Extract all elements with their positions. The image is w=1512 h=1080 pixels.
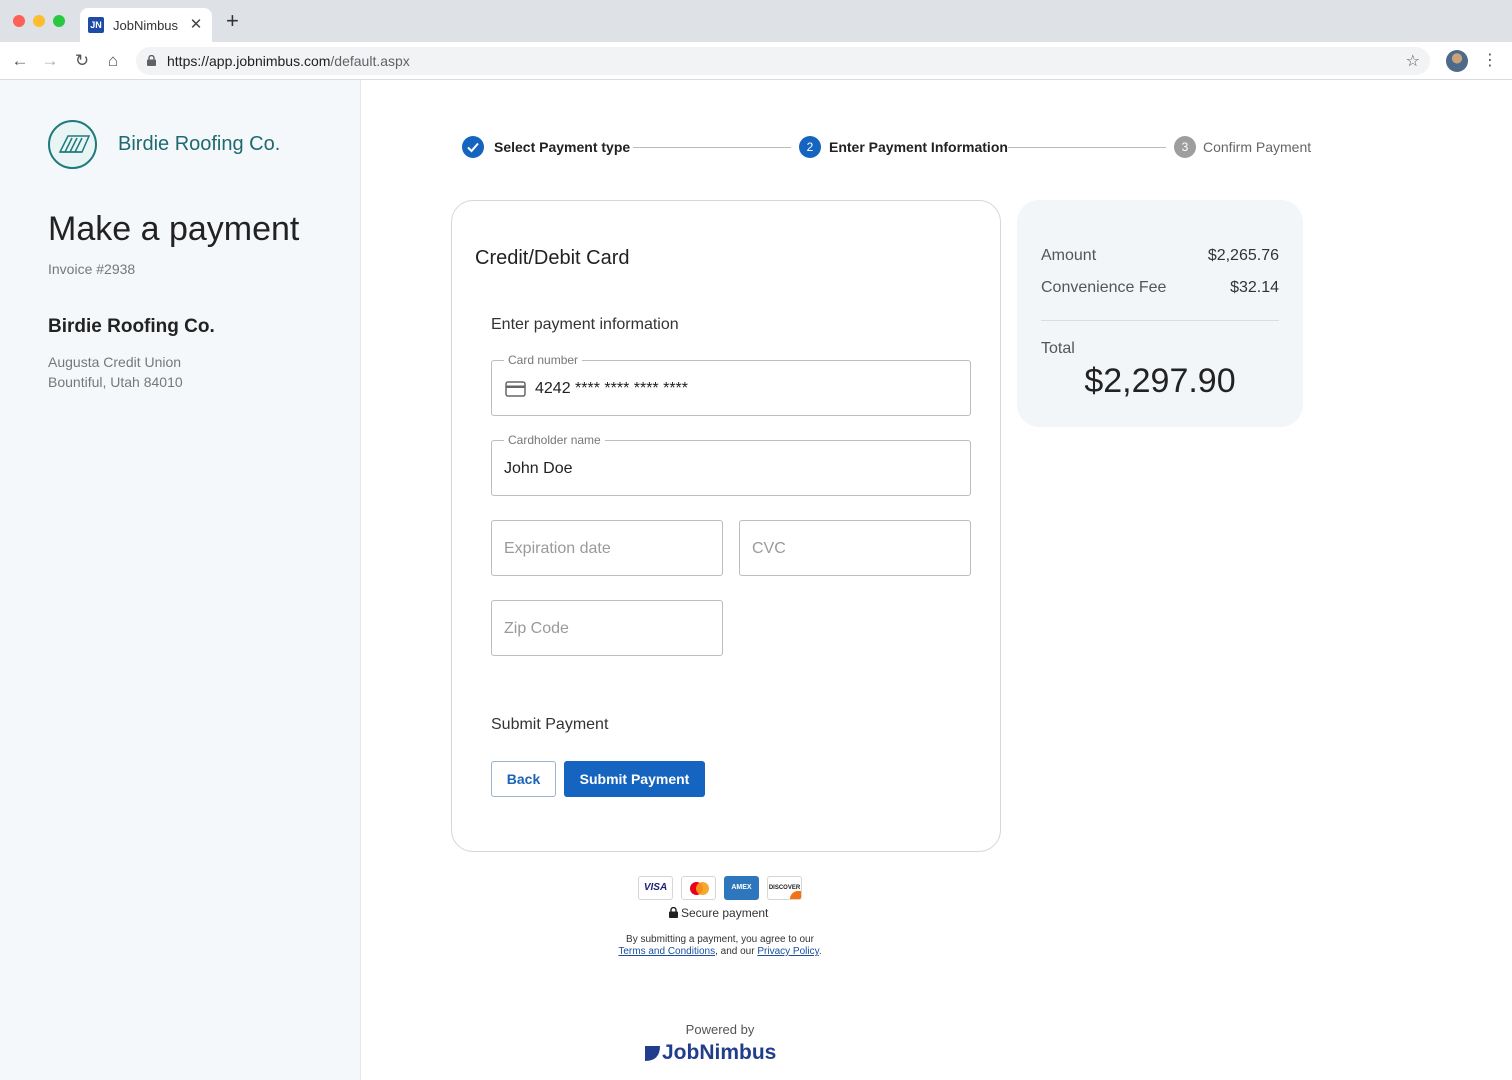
minimize-window-button[interactable] [33,15,45,27]
step-3-label: Confirm Payment [1203,139,1312,155]
lock-icon [147,55,156,66]
step-complete-check-icon [462,136,484,158]
summary-divider [1041,320,1279,321]
browser-tabbar: JN JobNimbus ✕ + [0,0,1512,42]
powered-by-text: Powered by [685,1022,755,1037]
company-logo-name: Birdie Roofing Co. [118,133,281,155]
payment-method-title: Credit/Debit Card [475,247,630,269]
zip-code-field[interactable]: Zip Code [491,600,723,656]
back-button[interactable]: Back [491,761,556,797]
submit-payment-button[interactable]: Submit Payment [564,761,705,797]
amount-label: Amount [1041,247,1097,264]
reload-icon[interactable]: ↻ [71,50,93,72]
step-3-number: 3 [1174,136,1196,158]
address-bar[interactable]: https://app.jobnimbus.com/default.aspx ☆ [136,47,1430,75]
close-window-button[interactable] [13,15,25,27]
step-1-label: Select Payment type [494,139,631,155]
credit-card-icon [505,381,526,397]
jobnimbus-mark-icon [645,1046,660,1061]
address-line-1: Augusta Credit Union [48,354,182,370]
payment-form-card: Credit/Debit Card Enter payment informat… [451,200,1001,852]
cardholder-name-field[interactable]: Cardholder name John Doe [491,433,971,496]
expiration-date-field[interactable]: Expiration date [491,520,723,576]
total-label: Total [1041,340,1075,357]
payment-summary: Amount $2,265.76 Convenience Fee $32.14 … [1017,200,1303,427]
url-text: https://app.jobnimbus.com/default.aspx [167,53,410,69]
home-icon[interactable]: ⌂ [102,50,124,72]
legal-links: Terms and Conditions, and our Privacy Po… [618,946,822,957]
jobnimbus-favicon-icon: JN [88,17,104,33]
browser-toolbar: ← → ↻ ⌂ https://app.jobnimbus.com/defaul… [0,42,1512,80]
zip-code-placeholder: Zip Code [504,620,569,637]
cvc-field[interactable]: CVC [739,520,971,576]
back-arrow-icon[interactable]: ← [9,50,31,72]
terms-link[interactable]: Terms and Conditions [618,946,715,957]
mastercard-icon [681,876,716,900]
page-title: Make a payment [48,210,300,248]
tab-title: JobNimbus [113,18,179,33]
browser-tab[interactable]: JN JobNimbus ✕ [80,8,212,42]
step-connector [633,147,791,148]
convenience-fee-value: $32.14 [1230,279,1279,296]
profile-avatar[interactable] [1446,50,1468,72]
step-2-label: Enter Payment Information [829,139,1008,155]
sidebar: Birdie Roofing Co. Make a payment Invoic… [0,80,361,1080]
lock-icon [669,906,678,918]
total-amount: $2,297.90 [1084,362,1236,400]
cardholder-name-value: John Doe [504,460,573,477]
cvc-placeholder: CVC [752,540,786,557]
step-connector [1008,147,1166,148]
step-2-number: 2 [799,136,821,158]
amount-value: $2,265.76 [1207,247,1279,264]
amex-icon: AMEX [724,876,759,900]
expiration-date-placeholder: Expiration date [504,540,611,557]
card-number-label: Card number [504,353,583,367]
browser-menu-icon[interactable]: ⋮ [1482,50,1498,70]
company-logo-icon [48,120,97,169]
visa-icon: VISA [638,876,673,900]
privacy-policy-link[interactable]: Privacy Policy [757,946,819,957]
bookmark-star-icon[interactable]: ☆ [1406,51,1420,71]
company-name: Birdie Roofing Co. [48,316,215,337]
section-label: Enter payment information [491,316,679,333]
address-line-2: Bountiful, Utah 84010 [48,374,183,390]
maximize-window-button[interactable] [53,15,65,27]
discover-icon: DISCOVER [767,876,802,900]
new-tab-icon[interactable]: + [226,10,239,32]
convenience-fee-label: Convenience Fee [1041,279,1167,296]
card-number-value: 4242 **** **** **** **** [535,380,688,397]
cardholder-name-label: Cardholder name [504,433,605,447]
forward-arrow-icon[interactable]: → [39,50,61,72]
card-number-field[interactable]: Card number 4242 **** **** **** **** [491,353,971,416]
invoice-number: Invoice #2938 [48,261,136,277]
submit-heading: Submit Payment [491,716,609,733]
legal-text: By submitting a payment, you agree to ou… [626,934,814,945]
secure-payment-text: Secure payment [669,906,768,920]
tab-close-icon[interactable]: ✕ [188,15,204,33]
